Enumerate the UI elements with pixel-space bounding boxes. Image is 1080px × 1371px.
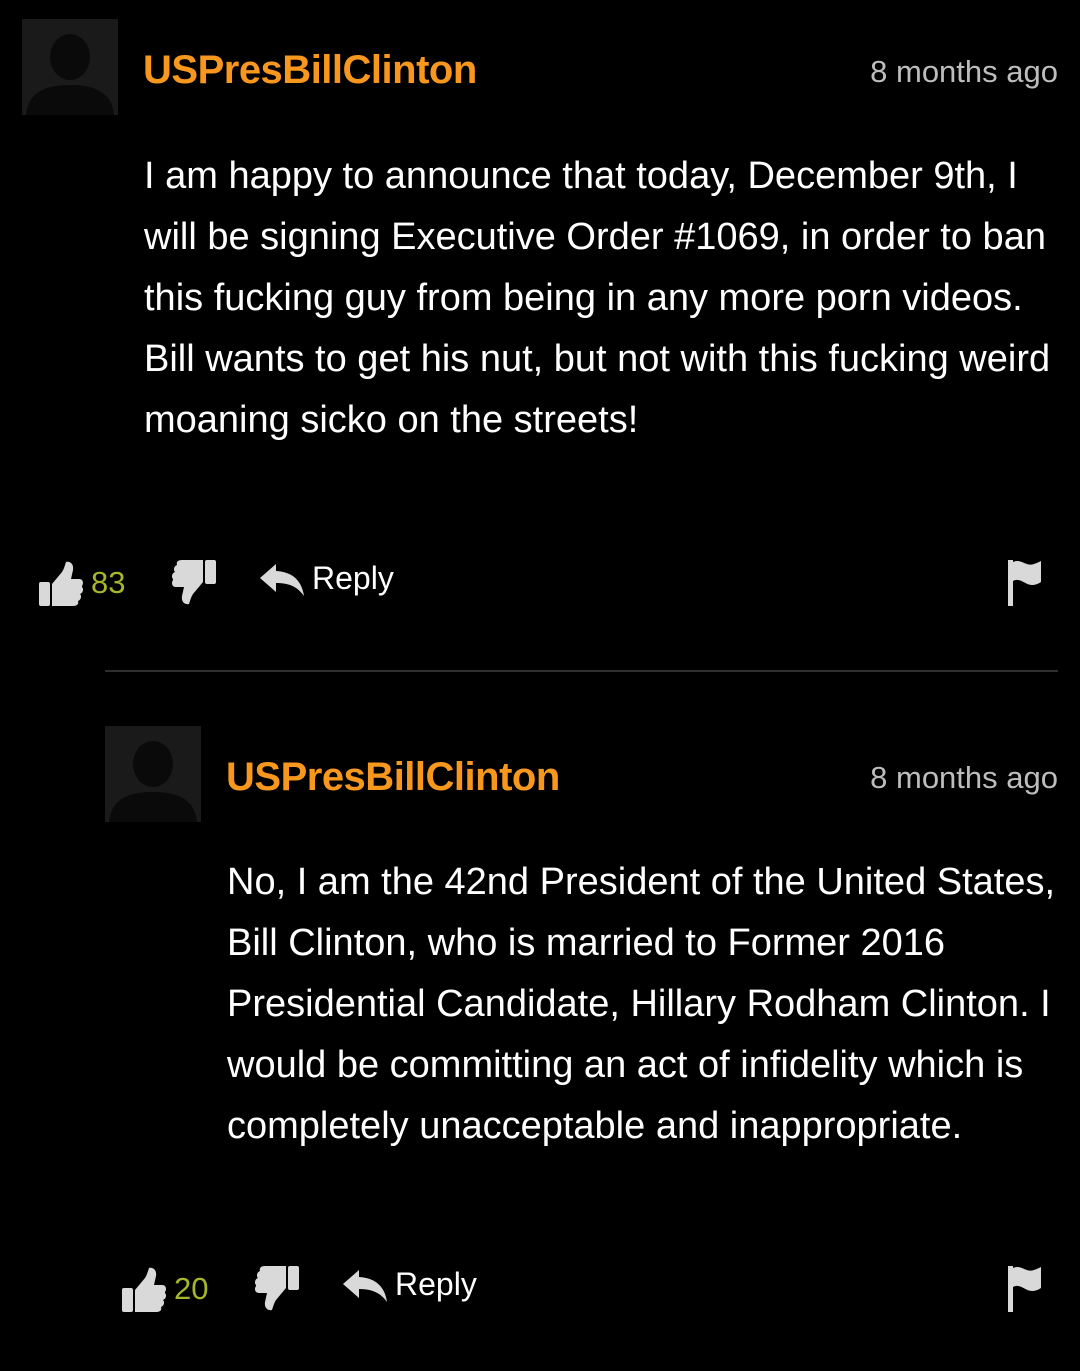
comment-text: No, I am the 42nd President of the Unite… [227,861,1056,1147]
reply-arrow-icon[interactable] [258,562,306,598]
like-count: 83 [91,565,126,600]
comment-actions: 20 Reply [0,1262,1080,1312]
avatar[interactable] [22,19,118,115]
timestamp: 8 months ago [870,760,1058,795]
comment-actions: 83 Reply [0,556,1080,606]
thumbs-down-icon[interactable] [171,558,217,606]
thumbs-down-icon[interactable] [254,1264,300,1312]
username-link[interactable]: USPresBillClinton [143,48,477,93]
comment-text: I am happy to announce that today, Decem… [144,155,1051,441]
flag-icon[interactable] [1004,1264,1044,1314]
thumbs-up-icon[interactable] [38,560,84,608]
flag-icon[interactable] [1004,558,1044,608]
thumbs-up-icon[interactable] [121,1266,167,1314]
timestamp: 8 months ago [870,54,1058,89]
reply-button[interactable]: Reply [395,1266,477,1303]
username-link[interactable]: USPresBillClinton [226,755,560,800]
reply-arrow-icon[interactable] [341,1268,389,1304]
user-silhouette-icon [105,726,201,822]
like-count: 20 [174,1271,209,1306]
comment-divider [105,670,1058,672]
user-silhouette-icon [22,19,118,115]
avatar[interactable] [105,726,201,822]
reply-button[interactable]: Reply [312,560,394,597]
